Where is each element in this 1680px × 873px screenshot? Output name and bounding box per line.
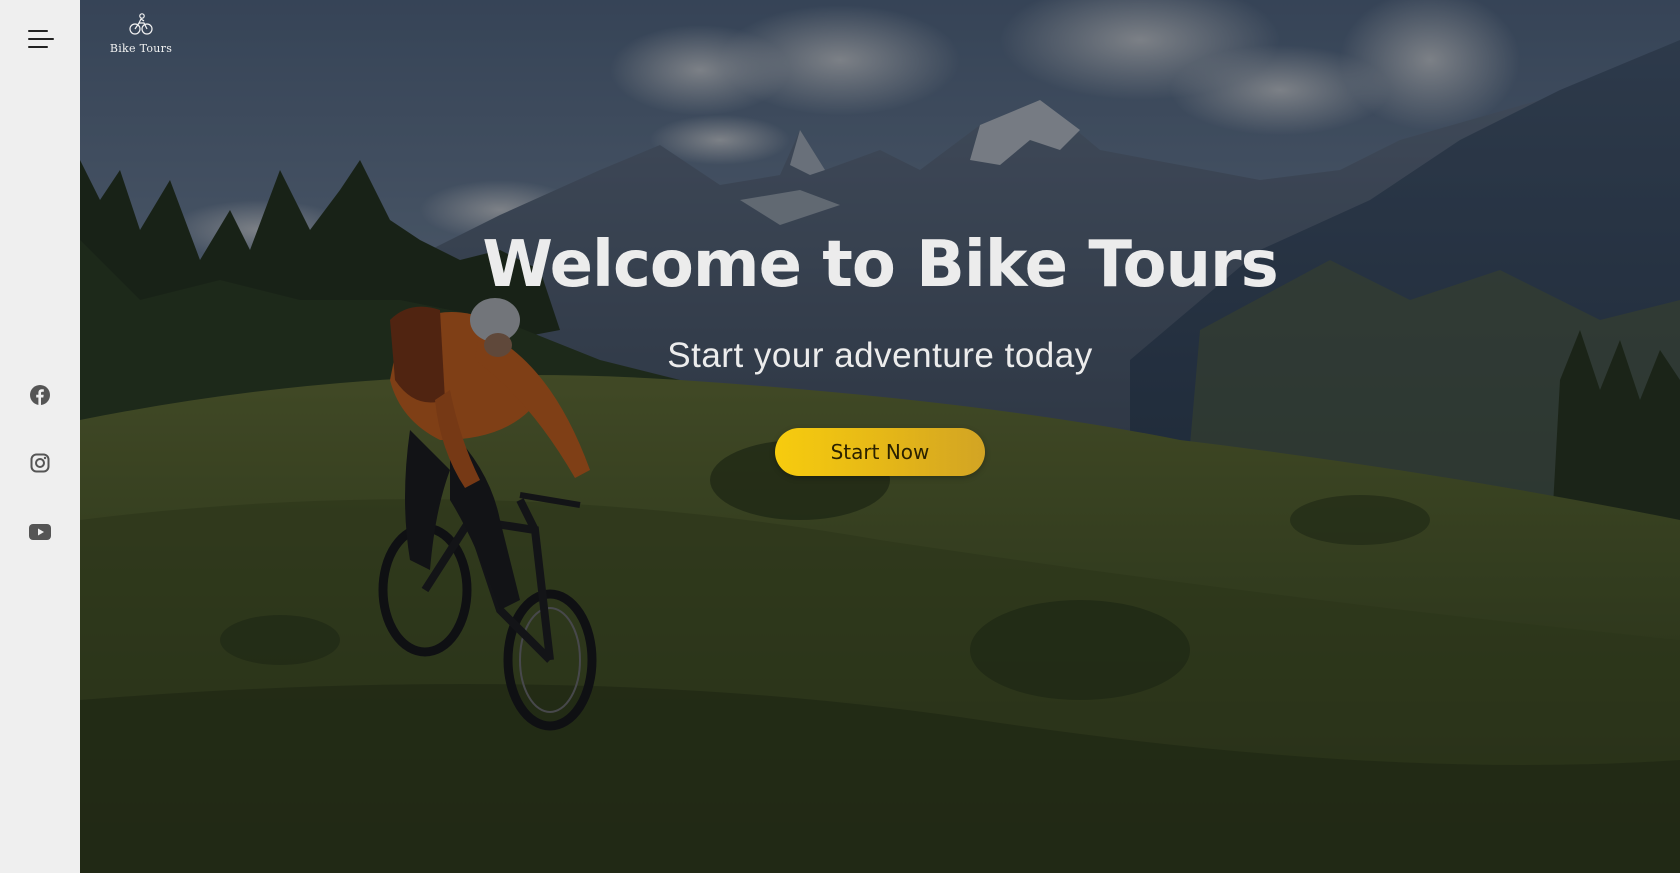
facebook-icon[interactable] <box>0 381 80 409</box>
page: Bike Tours Welcome to Bike Tours Start y… <box>0 0 1680 873</box>
hero-title: Welcome to Bike Tours <box>482 228 1278 302</box>
hero-subtitle: Start your adventure today <box>667 336 1093 375</box>
hamburger-menu-icon[interactable] <box>22 24 58 54</box>
bicycle-rider-icon <box>129 13 153 35</box>
instagram-icon[interactable] <box>0 449 80 477</box>
start-now-button[interactable]: Start Now <box>775 428 985 476</box>
sidebar <box>0 0 80 873</box>
bike-tours-logo[interactable]: Bike Tours <box>100 12 182 55</box>
brand-name: Bike Tours <box>109 42 173 55</box>
youtube-icon[interactable] <box>0 518 80 546</box>
